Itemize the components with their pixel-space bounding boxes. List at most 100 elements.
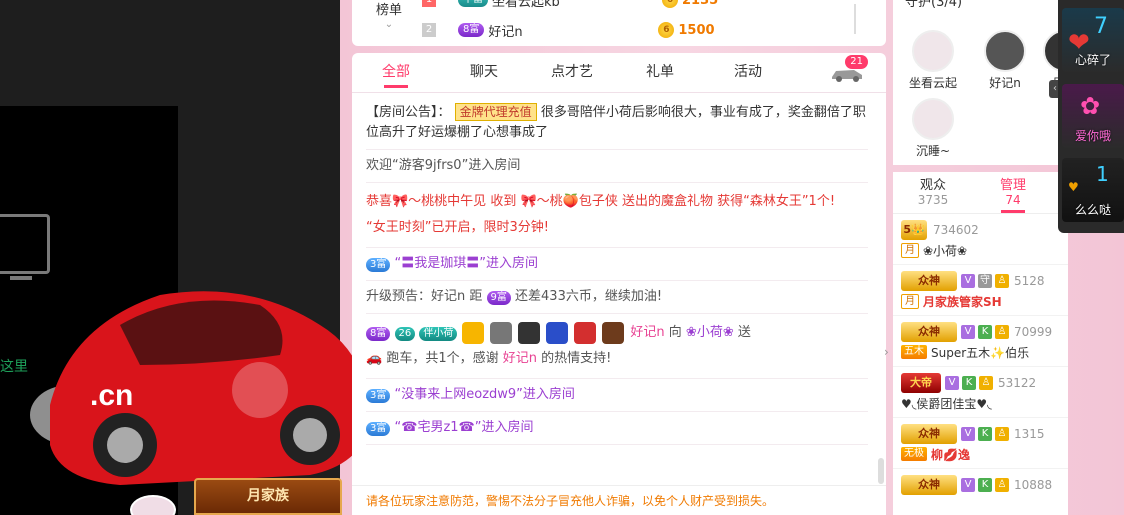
guard-item[interactable]: 坐看云起 — [903, 30, 963, 91]
queen-time-announcement: “女王时刻”已开启，限时3分钟! — [366, 220, 549, 235]
family-tag: 月 — [901, 242, 919, 258]
rank-row[interactable]: 2 8富 好记n 6 1500 — [422, 19, 842, 41]
vip-icon: V — [945, 376, 959, 390]
family-tag: 无极 — [901, 447, 927, 461]
sender-name[interactable]: 好记n — [630, 325, 664, 340]
video-area: 这里 .cn 月家族 — [0, 0, 370, 515]
chat-messages[interactable]: 【房间公告】： 金牌代理充值 很多哥陪伴小荷后影响很大，事业有成了，奖金翻倍了职… — [352, 97, 882, 483]
tab-all[interactable]: 全部 — [352, 53, 440, 92]
medal-icon — [461, 321, 484, 344]
gift-love-you[interactable]: ✿ 爱你哦 — [1062, 84, 1124, 148]
avatar — [912, 98, 954, 140]
wealth-badge: 8富 — [366, 327, 391, 341]
love-icon: ✿ — [1080, 92, 1101, 120]
notice-tag[interactable]: 金牌代理充值 — [454, 103, 537, 121]
enter-text: “没事来上网eozdw9”进入房间 — [394, 387, 575, 402]
guard-item[interactable]: 好记n — [975, 30, 1035, 91]
tab-chat[interactable]: 聊天 — [440, 53, 528, 92]
admin-icon: ♙ — [979, 376, 993, 390]
tab-gift-list[interactable]: 礼单 — [616, 53, 704, 92]
enter-text: “〓我是珈琪〓”进入房间 — [394, 256, 538, 271]
wealth-badge: 9富 — [486, 291, 511, 305]
admin-icon: ♙ — [995, 325, 1009, 339]
gift-kiss[interactable]: 1 ♥ 么么哒 — [1062, 158, 1124, 222]
chat-tabs: 全部 聊天 点才艺 礼单 活动 21 — [352, 53, 886, 93]
audience-label: 观众 — [919, 178, 946, 193]
guard-item[interactable]: 沉睡~ — [903, 98, 963, 159]
crown-badge: 众神 — [901, 475, 957, 495]
guard-name: 好记n — [989, 76, 1021, 90]
gift-heartbreak[interactable]: 7 ❤ 心碎了 — [1062, 8, 1124, 72]
send-verb: 送 — [737, 325, 751, 340]
thanks-user[interactable]: 好记n — [503, 351, 537, 366]
receiver-name[interactable]: ❀小荷❀ — [686, 325, 734, 340]
tab-admin[interactable]: 管理 74 — [973, 172, 1053, 213]
rank-tab[interactable]: 榜单 ⌄ — [372, 0, 406, 32]
crown-badge: 众神 — [901, 271, 957, 291]
rank-number: 1 — [422, 0, 436, 7]
user-row[interactable]: 众神 V 守 ♙ 5128 月 月家族管家SH — [893, 265, 1068, 316]
enter-text: “☎宅男z1☎”进入房间 — [394, 420, 534, 435]
coin-icon: 6 — [658, 22, 675, 38]
car-gift-icon: 🚗 — [366, 351, 383, 366]
rank-score: 2135 — [682, 0, 719, 8]
fan-level-badge: 26 — [394, 327, 416, 341]
rank-user-name: 坐看云起kb — [492, 0, 560, 10]
user-row[interactable]: 众神 V K ♙ 1315 无极 柳💋逸 — [893, 418, 1068, 469]
user-id: 1315 — [1014, 427, 1045, 441]
guard-title: 守护(3/4) — [905, 0, 963, 10]
room-notice: 【房间公告】： 金牌代理充值 很多哥陪伴小荷后影响很大，事业有成了，奖金翻倍了职… — [366, 97, 868, 150]
family-button[interactable]: 月家族 — [194, 478, 342, 515]
gift-label: 心碎了 — [1074, 53, 1111, 67]
chat-scrollbar[interactable] — [878, 458, 884, 484]
user-name: 月家族管家SH — [923, 294, 1002, 309]
vip-icon: V — [961, 427, 975, 441]
guard-name: 沉睡~ — [915, 144, 951, 158]
chat-message: 升级预告：好记n 距 9富 还差433六币，继续加油! — [366, 281, 868, 314]
pharaoh-icon — [545, 321, 568, 344]
king-icon: K — [962, 376, 976, 390]
vip-icon: V — [961, 478, 975, 492]
welcome-text: 欢迎“游客9jfrs0”进入房间 — [366, 158, 521, 173]
notice-label: 【房间公告】： — [366, 105, 451, 120]
user-row[interactable]: 众神 V K ♙ 10888 — [893, 469, 1068, 515]
admin-icon: ♙ — [995, 274, 1009, 288]
gift-column: 7 ❤ 心碎了 ✿ 爱你哦 1 ♥ 么么哒 — [1058, 0, 1124, 233]
user-name: 柳💋逸 — [931, 447, 970, 462]
chat-message: 恭喜🎀～桃桃中午见 收到 🎀～桃🍑包子侠 送出的魔盒礼物 获得“森林女王”1个!… — [366, 183, 868, 248]
user-name: ♥◟侯爵团佳宝♥◟ — [901, 396, 992, 411]
gift-count: 7 — [1094, 14, 1108, 39]
king-icon: K — [978, 325, 992, 339]
svg-text:.cn: .cn — [90, 379, 133, 412]
vip-icon: V — [961, 274, 975, 288]
tab-events[interactable]: 活动 — [704, 53, 792, 92]
crown-badge: 大帝 — [901, 373, 941, 393]
chevron-down-icon: ⌄ — [384, 19, 394, 30]
wealth-badge: 3富 — [366, 389, 391, 403]
users-panel: 观众 3735 管理 74 5👑 734602 月 ❀小荷❀ 众神 V 守 ♙ … — [893, 172, 1068, 515]
car-count-badge: 21 — [845, 55, 868, 69]
user-row[interactable]: 5👑 734602 月 ❀小荷❀ — [893, 214, 1068, 265]
sports-car-gift-image: .cn — [30, 291, 370, 485]
tab-audience[interactable]: 观众 3735 — [893, 172, 973, 213]
send-to-word: 向 — [668, 325, 682, 340]
fan-club-tag: 伴小荷 — [419, 327, 458, 341]
user-row[interactable]: 众神 V K ♙ 70999 五木 Super五木✨伯乐 — [893, 316, 1068, 367]
chat-panel: 全部 聊天 点才艺 礼单 活动 21 【房间公告】： 金牌代理充值 很多哥陪伴小… — [352, 53, 886, 515]
admin-count: 74 — [1005, 193, 1021, 207]
thanks-suffix: 的热情支持! — [541, 351, 612, 366]
avatar — [984, 30, 1026, 72]
upgrade-suffix: 还差433六币，继续加油! — [515, 289, 663, 304]
rank-number: 2 — [422, 23, 436, 37]
tab-talent[interactable]: 点才艺 — [528, 53, 616, 92]
rich-medal-icon — [517, 321, 540, 344]
rank-row[interactable]: 1 十富 坐看云起kb 6 2135 — [422, 0, 842, 11]
admin-label: 管理 — [999, 178, 1026, 193]
rank-scrollbar[interactable] — [854, 4, 864, 34]
user-id: 10888 — [1014, 478, 1053, 492]
users-tabs: 观众 3735 管理 74 — [893, 172, 1068, 214]
user-row[interactable]: 大帝 V K ♙ 53122 ♥◟侯爵团佳宝♥◟ — [893, 367, 1068, 418]
wealth-badge: 8富 — [458, 23, 485, 37]
king-icon: K — [978, 478, 992, 492]
chevron-right-icon[interactable]: › — [884, 345, 894, 359]
